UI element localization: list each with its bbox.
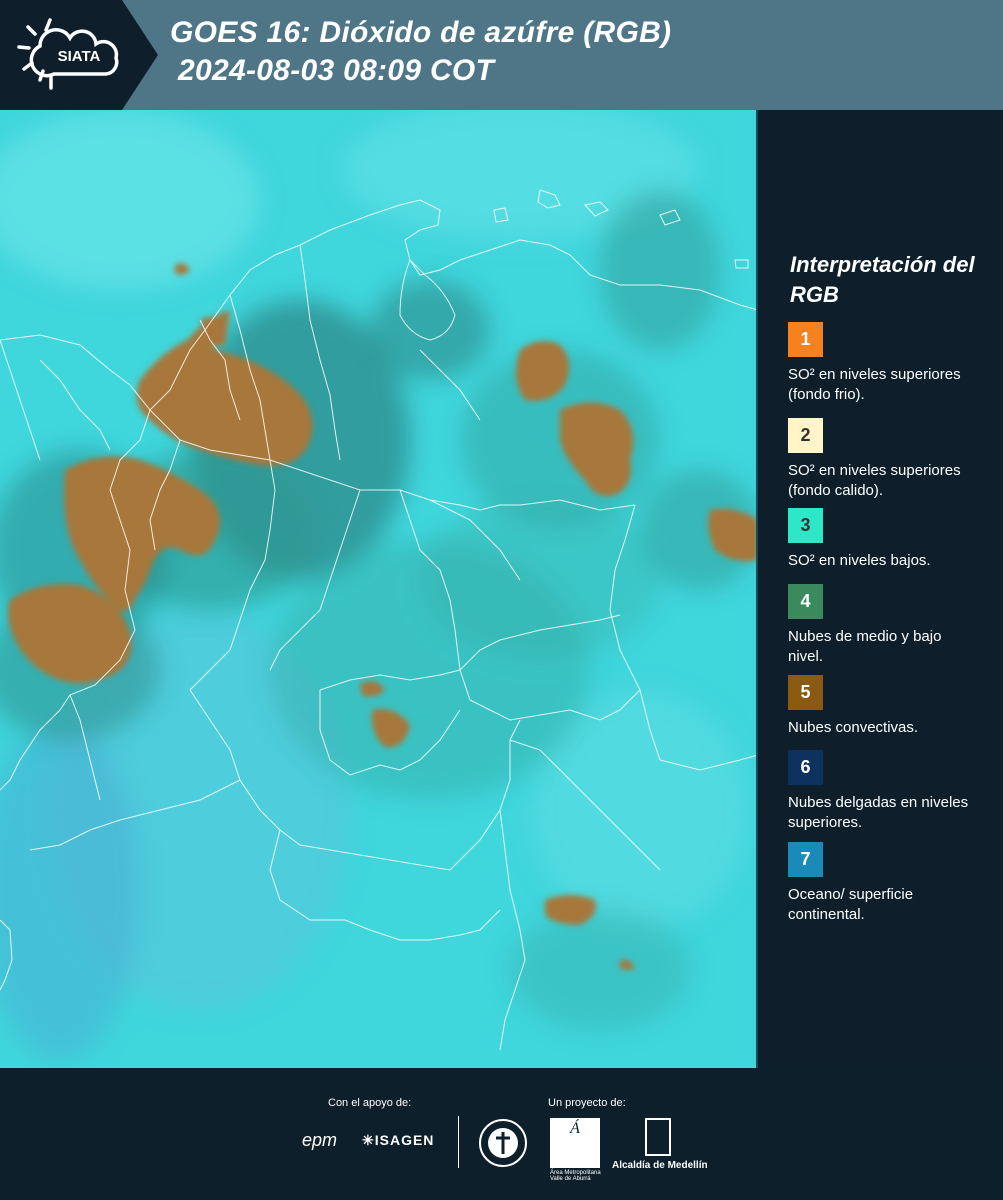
legend-item-2: 2 SO² en niveles superiores (fondo calid… <box>788 418 998 501</box>
legend-swatch: 2 <box>788 418 823 453</box>
footer-divider <box>458 1116 459 1168</box>
isagen-star-icon: ✳ <box>362 1132 375 1148</box>
legend-item-6: 6 Nubes delgadas en niveles superiores. <box>788 750 998 833</box>
legend-label: SO² en niveles bajos. <box>788 552 931 569</box>
area-logo-glyph: Á <box>570 1120 580 1137</box>
siata-logo: SIATA <box>0 0 158 110</box>
legend-swatch: 6 <box>788 750 823 785</box>
isagen-logo: ✳ISAGEN <box>362 1132 434 1149</box>
epm-logo: epm <box>302 1130 338 1150</box>
logo-text: SIATA <box>58 48 101 65</box>
legend-swatch: 1 <box>788 322 823 357</box>
footer: Con el apoyo de: Un proyecto de: epm ✳IS… <box>0 1068 1003 1200</box>
legend-swatch: 5 <box>788 675 823 710</box>
legend-item-3: 3 SO² en niveles bajos. <box>788 508 998 571</box>
alcaldia-shield-icon <box>645 1118 671 1156</box>
project-caption: Un proyecto de: <box>548 1097 626 1109</box>
legend-swatch: 7 <box>788 842 823 877</box>
isagen-logo-text: ISAGEN <box>374 1132 435 1148</box>
area-logo-caption: Área Metropolitana Valle de Aburrá <box>550 1170 601 1182</box>
alcaldia-logo-text: Alcaldía de Medellín <box>612 1160 708 1171</box>
legend-label: SO² en niveles superiores (fondo calido)… <box>788 462 961 499</box>
legend-label: Oceano/ superficie continental. <box>788 886 914 923</box>
page-title: GOES 16: Dióxido de azúfre (RGB) <box>170 16 672 49</box>
legend-label: Nubes convectivas. <box>788 719 919 736</box>
legend-label: Nubes de medio y bajo nivel. <box>788 628 942 665</box>
support-caption: Con el apoyo de: <box>328 1097 412 1109</box>
legend-item-4: 4 Nubes de medio y bajo nivel. <box>788 584 998 667</box>
legend-swatch: 4 <box>788 584 823 619</box>
legend-label: Nubes delgadas en niveles superiores. <box>788 794 969 831</box>
timestamp-title: 2024-08-03 08:09 COT <box>178 54 495 87</box>
legend-panel: Interpretación del RGB 1 SO² en niveles … <box>760 110 1003 1068</box>
area-metropolitana-logo: Á <box>550 1118 600 1168</box>
medellin-seal-icon <box>478 1118 528 1173</box>
legend-item-1: 1 SO² en niveles superiores (fondo frio)… <box>788 322 998 405</box>
satellite-map[interactable] <box>0 110 758 1068</box>
legend-label: SO² en niveles superiores (fondo frio). <box>788 366 961 403</box>
legend-item-7: 7 Oceano/ superficie continental. <box>788 842 998 925</box>
legend-title: Interpretación del RGB <box>790 252 975 307</box>
legend-swatch: 3 <box>788 508 823 543</box>
legend-item-5: 5 Nubes convectivas. <box>788 675 998 738</box>
header-bar: SIATA GOES 16: Dióxido de azúfre (RGB) 2… <box>0 0 1003 110</box>
